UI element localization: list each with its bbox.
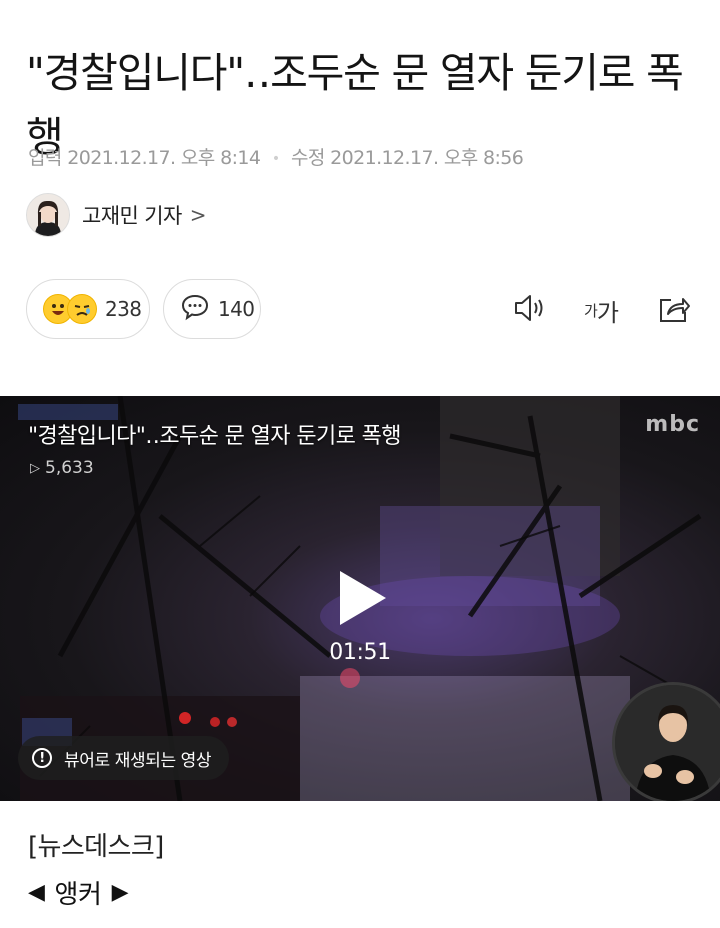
anchor-text: 앵커	[54, 880, 102, 910]
video-views: ▷ 5,633	[30, 458, 94, 478]
reporter-link[interactable]: 고재민 기자 >	[26, 193, 206, 237]
video-duration: 01:51	[329, 640, 391, 665]
comment-count: 140	[218, 297, 255, 321]
comment-button[interactable]: 140	[163, 279, 261, 339]
broadcaster-logo: mbc	[645, 412, 700, 437]
viewer-notice-text: 뷰어로 재생되는 영상	[64, 750, 212, 771]
play-small-icon: ▷	[30, 460, 40, 476]
reporter-avatar	[26, 193, 70, 237]
video-view-count: 5,633	[45, 458, 94, 478]
speaker-icon	[512, 292, 548, 328]
font-size-small-label: 가	[584, 301, 598, 320]
anchor-label: ◀ 앵커 ▶	[28, 874, 128, 911]
reaction-button[interactable]: 238	[26, 279, 150, 339]
share-button[interactable]	[656, 290, 692, 330]
info-icon: !	[32, 748, 52, 768]
play-icon[interactable]	[340, 571, 386, 625]
section-label: [뉴스데스크]	[28, 832, 164, 862]
triangle-left-icon: ◀	[28, 880, 45, 905]
input-label: 입력	[28, 147, 62, 169]
reaction-count: 238	[105, 297, 142, 321]
input-time: 2021.12.17. 오후 8:14	[67, 147, 261, 169]
modified-label: 수정	[290, 147, 325, 169]
sad-emoji-icon	[67, 294, 97, 324]
modified-time: 2021.12.17. 오후 8:56	[330, 147, 524, 169]
viewer-notice[interactable]: ! 뷰어로 재생되는 영상	[18, 736, 230, 780]
video-player[interactable]: "경찰입니다"‥조두순 문 열자 둔기로 폭행 ▷ 5,633 mbc 01:5…	[0, 396, 720, 801]
font-size-button[interactable]: 가가	[578, 290, 624, 330]
font-size-large-label: 가	[596, 298, 619, 327]
comment-icon	[180, 293, 210, 325]
speaker-button[interactable]	[510, 290, 550, 330]
article-meta: 입력 2021.12.17. 오후 8:14 • 수정 2021.12.17. …	[28, 143, 524, 170]
meta-separator: •	[271, 150, 280, 167]
video-title: "경찰입니다"‥조두순 문 열자 둔기로 폭행	[28, 424, 402, 449]
chevron-right-icon: >	[189, 203, 207, 227]
reporter-name[interactable]: 고재민 기자	[82, 200, 182, 230]
sign-language-interpreter	[612, 682, 720, 801]
share-icon	[657, 292, 691, 328]
triangle-right-icon: ▶	[111, 880, 129, 905]
